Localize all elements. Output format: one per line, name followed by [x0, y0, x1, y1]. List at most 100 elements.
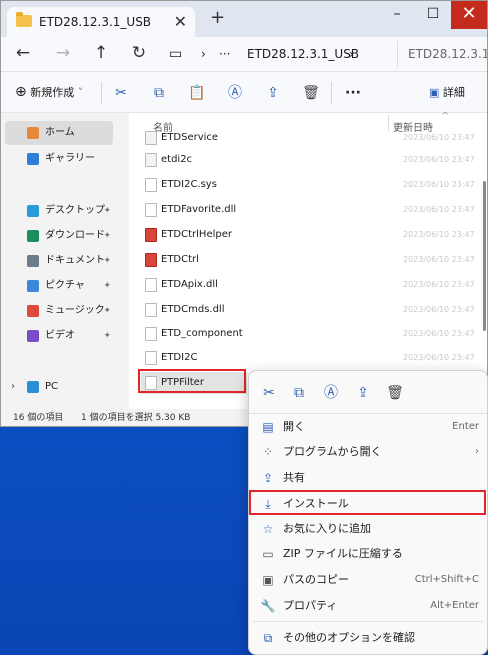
- file-date: 2023/06/10 23:47: [403, 280, 475, 289]
- cut-icon[interactable]: ✂: [259, 383, 279, 403]
- menu-item-label: お気に入りに追加: [283, 522, 371, 535]
- menu-item-compress-zip[interactable]: ▭ ZIP ファイルに圧縮する: [249, 542, 487, 566]
- navigation-bar: ← → ↑ ↻ ▭ › ··· ETD28.12.3.1_USB › ETD28…: [1, 37, 487, 72]
- file-row[interactable]: ETDService 2023/06/10 23:47: [141, 127, 481, 149]
- file-row[interactable]: ETDCtrl 2023/06/10 23:47: [141, 249, 481, 271]
- file-name: ETDI2C.sys: [161, 179, 217, 190]
- menu-item-label: 共有: [283, 471, 305, 484]
- file-row[interactable]: ETD_component 2023/06/10 23:47: [141, 323, 481, 345]
- copy-icon[interactable]: ⧉: [149, 83, 169, 103]
- file-row[interactable]: ETDI2C.sys 2023/06/10 23:47: [141, 174, 481, 196]
- menu-item-open-with[interactable]: ⁘ プログラムから開く ›: [249, 440, 487, 464]
- search-box[interactable]: ETD28.12.3.1_USB: [397, 41, 487, 67]
- sidebar-item-home[interactable]: ホーム: [5, 121, 113, 145]
- menu-item-label: パスのコピー: [283, 573, 349, 586]
- menu-item-label: プロパティ: [283, 599, 338, 612]
- file-icon: [145, 351, 157, 365]
- menu-item-label: 開く: [283, 420, 305, 433]
- refresh-icon[interactable]: ↻: [129, 43, 149, 63]
- pc-icon: [27, 381, 39, 393]
- chevron-down-icon: ˅: [77, 86, 84, 99]
- sidebar-item-downloads[interactable]: ダウンロード ✦: [5, 224, 113, 248]
- pin-icon: ✦: [103, 256, 111, 266]
- highlight-install: [249, 490, 486, 515]
- home-icon: [27, 127, 39, 139]
- file-date: 2023/06/10 23:47: [403, 255, 475, 264]
- details-button[interactable]: ▣ 詳細: [429, 84, 465, 100]
- scrollbar[interactable]: [483, 181, 486, 331]
- file-row[interactable]: ETDI2C 2023/06/10 23:47: [141, 347, 481, 369]
- new-tab-button[interactable]: +: [210, 7, 225, 28]
- star-icon: ☆: [262, 522, 274, 536]
- file-row[interactable]: ETDApix.dll 2023/06/10 23:47: [141, 274, 481, 296]
- pin-icon: ✦: [103, 231, 111, 241]
- new-button[interactable]: ⊕ 新規作成 ˅: [15, 84, 83, 100]
- expand-chevron-icon[interactable]: ›: [11, 375, 15, 399]
- paste-icon[interactable]: 📋: [187, 83, 207, 103]
- pin-icon: ✦: [103, 306, 111, 316]
- sidebar-item-pc[interactable]: › PC: [5, 375, 113, 399]
- tab-title: ETD28.12.3.1_USB: [39, 15, 152, 29]
- menu-item-label: プログラムから開く: [283, 445, 382, 458]
- sidebar-item-music[interactable]: ミュージック ✦: [5, 299, 113, 323]
- share-icon[interactable]: ⇪: [263, 83, 283, 103]
- file-row[interactable]: etdi2c 2023/06/10 23:47: [141, 149, 481, 171]
- rename-icon[interactable]: Ⓐ: [225, 83, 245, 103]
- close-window-button[interactable]: ✕: [451, 1, 487, 29]
- sidebar-item-pictures[interactable]: ピクチャ ✦: [5, 274, 113, 298]
- maximize-button[interactable]: ☐: [415, 1, 451, 29]
- file-row[interactable]: ETDFavorite.dll 2023/06/10 23:47: [141, 199, 481, 221]
- item-count: 16 個の項目: [13, 413, 64, 423]
- menu-item-more-options[interactable]: ⧉ その他のオプションを確認: [249, 626, 487, 650]
- file-name: ETDI2C: [161, 352, 198, 363]
- application-icon: [145, 228, 157, 242]
- copy-icon[interactable]: ⧉: [289, 383, 309, 403]
- path-chevron-icon[interactable]: ›: [349, 41, 354, 67]
- menu-item-properties[interactable]: 🔧 プロパティ Alt+Enter: [249, 594, 487, 618]
- new-label: 新規作成: [30, 86, 75, 99]
- file-name: ETDFavorite.dll: [161, 204, 237, 215]
- cut-icon[interactable]: ✂: [111, 83, 131, 103]
- menu-item-copy-path[interactable]: ▣ パスのコピー Ctrl+Shift+C: [249, 568, 487, 592]
- share-icon[interactable]: ⇪: [353, 383, 373, 403]
- sidebar-item-desktop[interactable]: デスクトップ ✦: [5, 199, 113, 223]
- file-name: ETDCtrl: [161, 254, 199, 265]
- delete-icon[interactable]: 🗑: [301, 83, 321, 103]
- address-chevron-icon[interactable]: ›: [201, 41, 206, 67]
- file-list: 名前 更新日時 ^ ETDService 2023/06/10 23:47 etd…: [129, 111, 487, 409]
- more-icon[interactable]: ···: [343, 83, 363, 103]
- address-bar[interactable]: ▭ › ··· ETD28.12.3.1_USB ›: [161, 41, 391, 67]
- sidebar-item-label: PC: [45, 381, 59, 392]
- gear-file-icon: [145, 153, 157, 167]
- menu-item-open[interactable]: ▤ 開く Enter: [249, 415, 487, 439]
- delete-icon[interactable]: 🗑: [385, 383, 405, 403]
- toolbar-divider: [331, 82, 332, 104]
- address-ellipsis[interactable]: ···: [219, 41, 230, 67]
- sidebar-item-gallery[interactable]: ギャラリー: [5, 147, 113, 171]
- copy-path-icon: ▣: [262, 573, 274, 587]
- forward-arrow-icon[interactable]: →: [53, 43, 73, 63]
- address-path[interactable]: ETD28.12.3.1_USB: [247, 41, 359, 67]
- sidebar-item-documents[interactable]: ドキュメント ✦: [5, 249, 113, 273]
- music-icon: [27, 305, 39, 317]
- minimize-button[interactable]: –: [379, 1, 415, 29]
- file-date: 2023/06/10 23:47: [403, 133, 475, 142]
- tab-close-icon[interactable]: ✕: [174, 12, 187, 31]
- pin-icon: ✦: [103, 281, 111, 291]
- details-pane-icon: ▣: [429, 86, 440, 99]
- file-row[interactable]: ETDCmds.dll 2023/06/10 23:47: [141, 299, 481, 321]
- properties-icon: 🔧: [260, 599, 276, 613]
- back-arrow-icon[interactable]: ←: [13, 43, 33, 63]
- download-icon: [27, 230, 39, 242]
- file-name: etdi2c: [161, 154, 193, 165]
- file-row[interactable]: ETDCtrlHelper 2023/06/10 23:47: [141, 224, 481, 246]
- sidebar-item-videos[interactable]: ビデオ ✦: [5, 324, 113, 348]
- desktop-icon: [27, 205, 39, 217]
- menu-item-share[interactable]: ⇪ 共有: [249, 466, 487, 490]
- pin-icon: ✦: [103, 331, 111, 341]
- tab-etd-usb[interactable]: ETD28.12.3.1_USB ✕: [7, 7, 195, 37]
- menu-item-add-favorite[interactable]: ☆ お気に入りに追加: [249, 517, 487, 541]
- rename-icon[interactable]: Ⓐ: [321, 383, 341, 403]
- up-arrow-icon[interactable]: ↑: [91, 43, 111, 63]
- application-icon: [145, 253, 157, 267]
